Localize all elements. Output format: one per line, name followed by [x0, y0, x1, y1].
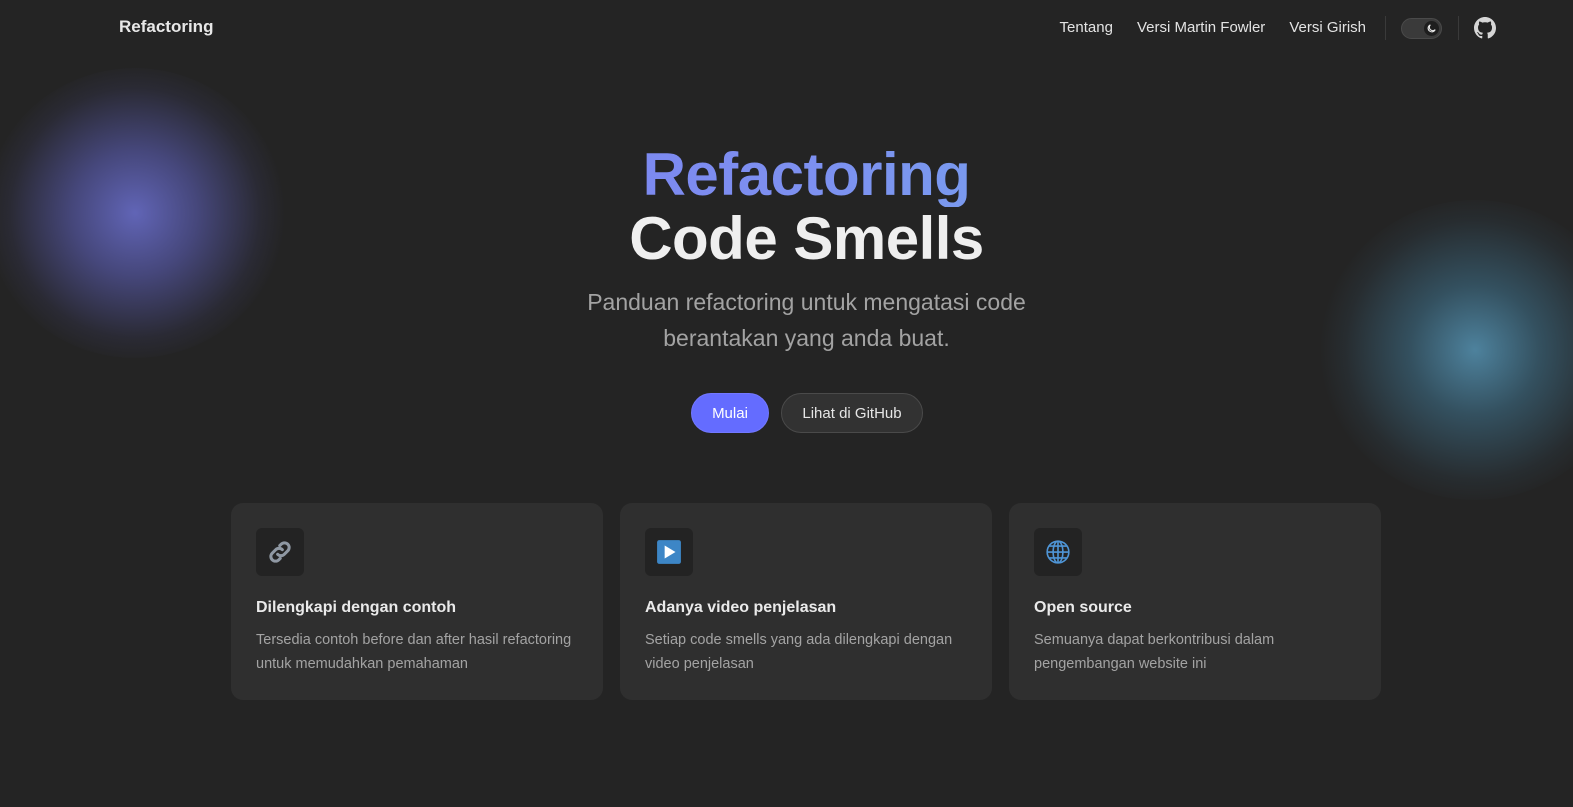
feature-title: Open source: [1034, 599, 1132, 616]
globe-icon: [1034, 528, 1082, 576]
hero-title: Code Smells: [629, 205, 984, 272]
view-github-button[interactable]: Lihat di GitHub: [781, 393, 923, 433]
site-title[interactable]: Refactoring: [119, 17, 213, 37]
feature-title: Adanya video penjelasan: [645, 599, 837, 616]
feature-details: Setiap code smells yang ada dilengkapi d…: [645, 632, 953, 672]
hero-tagline: Panduan refactoring untuk mengatasi code…: [587, 289, 1026, 351]
top-navbar: Refactoring Tentang Versi Martin Fowler …: [0, 0, 1573, 56]
feature-card-video: Adanya video penjelasan Setiap code smel…: [620, 503, 992, 700]
feature-card-examples: Dilengkapi dengan contoh Tersedia contoh…: [231, 503, 603, 700]
nav-links: Tentang Versi Martin Fowler Versi Girish: [1060, 19, 1366, 36]
nav-link-girish[interactable]: Versi Girish: [1289, 19, 1366, 36]
start-button[interactable]: Mulai: [691, 393, 769, 433]
github-icon[interactable]: [1474, 17, 1496, 39]
feature-card-open-source: Open source Semuanya dapat berkontribusi…: [1009, 503, 1381, 700]
nav-link-tentang[interactable]: Tentang: [1060, 19, 1113, 36]
hero-title-accent: Refactoring: [0, 143, 1573, 207]
feature-title: Dilengkapi dengan contoh: [256, 599, 457, 616]
play-button-icon: [645, 528, 693, 576]
theme-toggle[interactable]: [1401, 18, 1442, 39]
feature-details: Semuanya dapat berkontribusi dalam penge…: [1034, 632, 1275, 672]
link-icon: [256, 528, 304, 576]
moon-icon: [1424, 21, 1439, 36]
nav-link-martin-fowler[interactable]: Versi Martin Fowler: [1137, 19, 1265, 36]
feature-details: Tersedia contoh before dan after hasil r…: [256, 632, 572, 672]
nav-divider: [1385, 16, 1386, 40]
nav-divider: [1458, 16, 1459, 40]
